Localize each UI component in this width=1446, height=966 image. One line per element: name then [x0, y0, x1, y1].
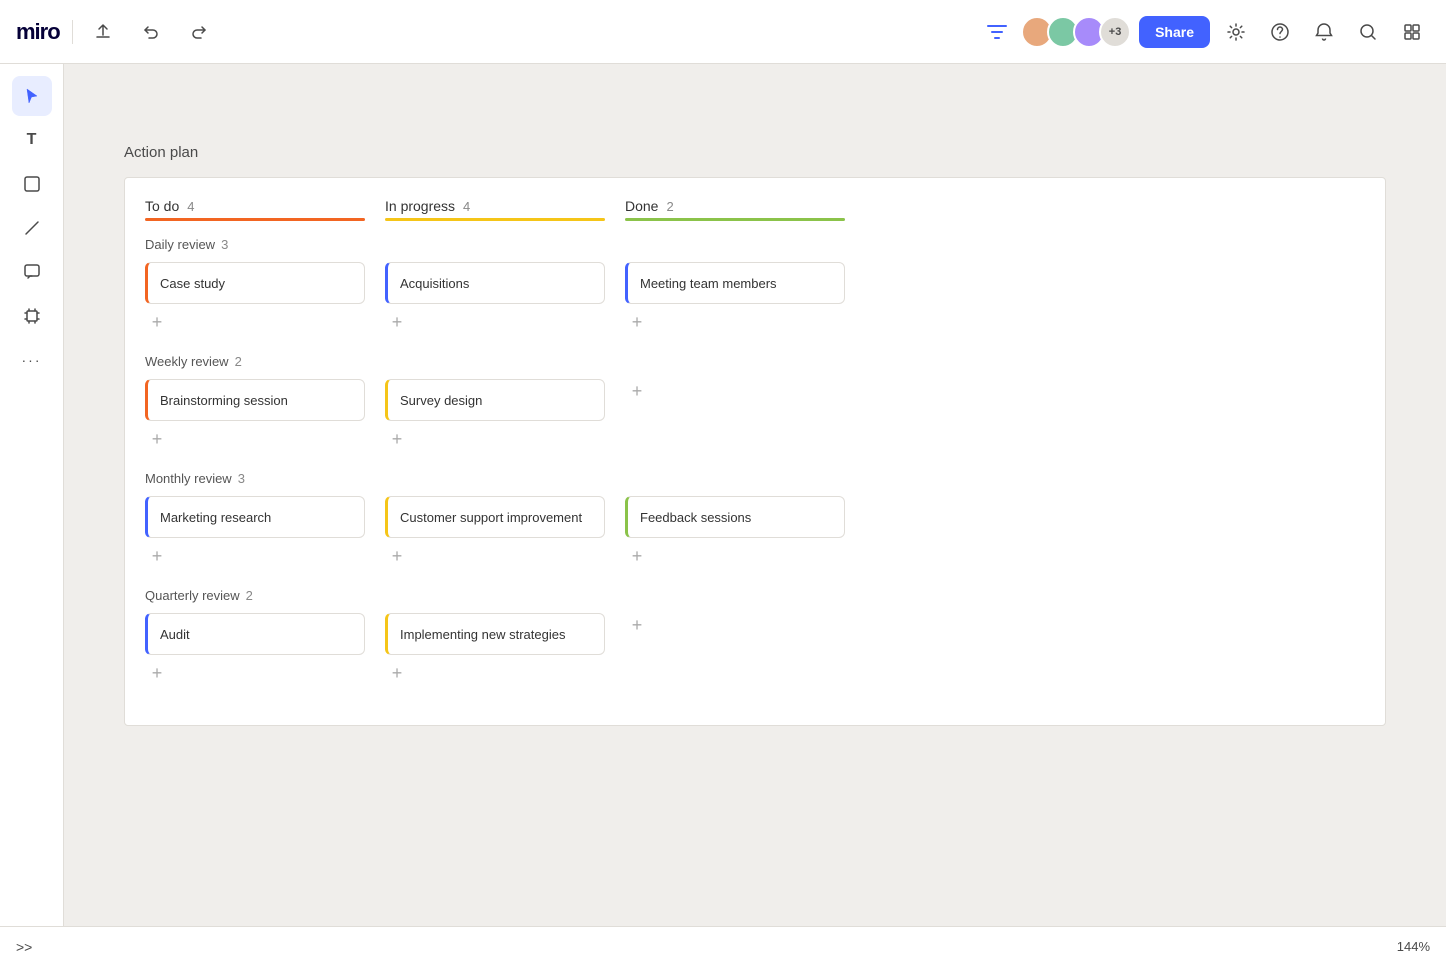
section-monthly: Monthly review3 Marketing research + Cus… [145, 471, 1365, 568]
avatar-extra: +3 [1099, 16, 1131, 48]
top-toolbar: miro +3 Share [0, 0, 1446, 64]
monthly-cards-row: Marketing research + Customer support im… [145, 496, 1365, 568]
col-header-done: Done 2 [625, 198, 845, 221]
add-btn-quarterly-col1[interactable]: + [385, 661, 409, 685]
card-survey-design[interactable]: Survey design [385, 379, 605, 421]
quarterly-col0: Audit + [145, 613, 365, 685]
card-case-study[interactable]: Case study [145, 262, 365, 304]
col-header-todo: To do 4 [145, 198, 365, 221]
add-btn-weekly-col1[interactable]: + [385, 427, 409, 451]
col-inprogress-count: 4 [463, 199, 470, 214]
select-tool[interactable] [12, 76, 52, 116]
undo-button[interactable] [133, 14, 169, 50]
card-customer-support[interactable]: Customer support improvement [385, 496, 605, 538]
monthly-col0: Marketing research + [145, 496, 365, 568]
col-done-label: Done [625, 198, 658, 214]
board-container: To do 4 In progress 4 Done 2 [124, 177, 1386, 726]
canvas-inner: Action plan To do 4 In progress 4 [64, 64, 1446, 806]
board-title: Action plan [124, 144, 1386, 161]
toolbar-divider [72, 20, 73, 44]
quarterly-cards-row: Audit + Implementing new strategies + + [145, 613, 1365, 685]
quarterly-col2: + [625, 613, 845, 685]
help-button[interactable] [1262, 14, 1298, 50]
weekly-cards-row: Brainstorming session + Survey design + … [145, 379, 1365, 451]
redo-button[interactable] [181, 14, 217, 50]
upload-button[interactable] [85, 14, 121, 50]
line-tool[interactable] [12, 208, 52, 248]
section-weekly: Weekly review2 Brainstorming session + S… [145, 354, 1365, 451]
columns-header: To do 4 In progress 4 Done 2 [145, 198, 1365, 221]
card-acquisitions[interactable]: Acquisitions [385, 262, 605, 304]
col-todo-line [145, 218, 365, 221]
collaborator-avatars: +3 [1021, 16, 1131, 48]
col-todo-count: 4 [187, 199, 194, 214]
card-marketing-research[interactable]: Marketing research [145, 496, 365, 538]
col-inprogress-label: In progress [385, 198, 455, 214]
left-sidebar: T ··· [0, 64, 64, 966]
col-done-count: 2 [666, 199, 673, 214]
section-quarterly-title: Quarterly review2 [145, 588, 1365, 603]
section-daily: Daily review3 Case study + Acquisitions … [145, 237, 1365, 334]
daily-col1: Acquisitions + [385, 262, 605, 334]
card-feedback-sessions[interactable]: Feedback sessions [625, 496, 845, 538]
zoom-level: 144% [1397, 939, 1430, 954]
card-implementing-strategies[interactable]: Implementing new strategies [385, 613, 605, 655]
grid-view-button[interactable] [1394, 14, 1430, 50]
sticky-note-tool[interactable] [12, 164, 52, 204]
canvas[interactable]: Action plan To do 4 In progress 4 [64, 64, 1446, 926]
text-tool[interactable]: T [12, 120, 52, 160]
add-btn-daily-col0[interactable]: + [145, 310, 169, 334]
section-daily-title: Daily review3 [145, 237, 1365, 252]
section-monthly-title: Monthly review3 [145, 471, 1365, 486]
weekly-col0: Brainstorming session + [145, 379, 365, 451]
comment-tool[interactable] [12, 252, 52, 292]
settings-icon-button[interactable] [1218, 14, 1254, 50]
search-button[interactable] [1350, 14, 1386, 50]
add-btn-monthly-col2[interactable]: + [625, 544, 649, 568]
add-btn-monthly-col1[interactable]: + [385, 544, 409, 568]
expand-panel-button[interactable]: >> [16, 939, 32, 955]
more-tools[interactable]: ··· [12, 340, 52, 380]
add-btn-monthly-col0[interactable]: + [145, 544, 169, 568]
daily-col0: Case study + [145, 262, 365, 334]
daily-cards-row: Case study + Acquisitions + Meeting team… [145, 262, 1365, 334]
section-quarterly: Quarterly review2 Audit + Implementing n… [145, 588, 1365, 685]
monthly-col1: Customer support improvement + [385, 496, 605, 568]
card-audit[interactable]: Audit [145, 613, 365, 655]
monthly-col2: Feedback sessions + [625, 496, 845, 568]
daily-col2: Meeting team members + [625, 262, 845, 334]
col-todo-label: To do [145, 198, 179, 214]
col-inprogress-line [385, 218, 605, 221]
add-btn-quarterly-col2[interactable]: + [625, 613, 649, 637]
filter-icon [985, 20, 1009, 44]
weekly-col2: + [625, 379, 845, 451]
col-done-line [625, 218, 845, 221]
weekly-col1: Survey design + [385, 379, 605, 451]
card-meeting-team[interactable]: Meeting team members [625, 262, 845, 304]
card-brainstorming[interactable]: Brainstorming session [145, 379, 365, 421]
section-weekly-title: Weekly review2 [145, 354, 1365, 369]
add-btn-weekly-col0[interactable]: + [145, 427, 169, 451]
frame-tool[interactable] [12, 296, 52, 336]
add-btn-daily-col2[interactable]: + [625, 310, 649, 334]
add-btn-quarterly-col0[interactable]: + [145, 661, 169, 685]
add-btn-daily-col1[interactable]: + [385, 310, 409, 334]
col-header-inprogress: In progress 4 [385, 198, 605, 221]
miro-logo: miro [16, 19, 60, 45]
bottom-bar: >> 144% [0, 926, 1446, 966]
quarterly-col1: Implementing new strategies + [385, 613, 605, 685]
notifications-button[interactable] [1306, 14, 1342, 50]
share-button[interactable]: Share [1139, 16, 1210, 48]
add-btn-weekly-col2[interactable]: + [625, 379, 649, 403]
